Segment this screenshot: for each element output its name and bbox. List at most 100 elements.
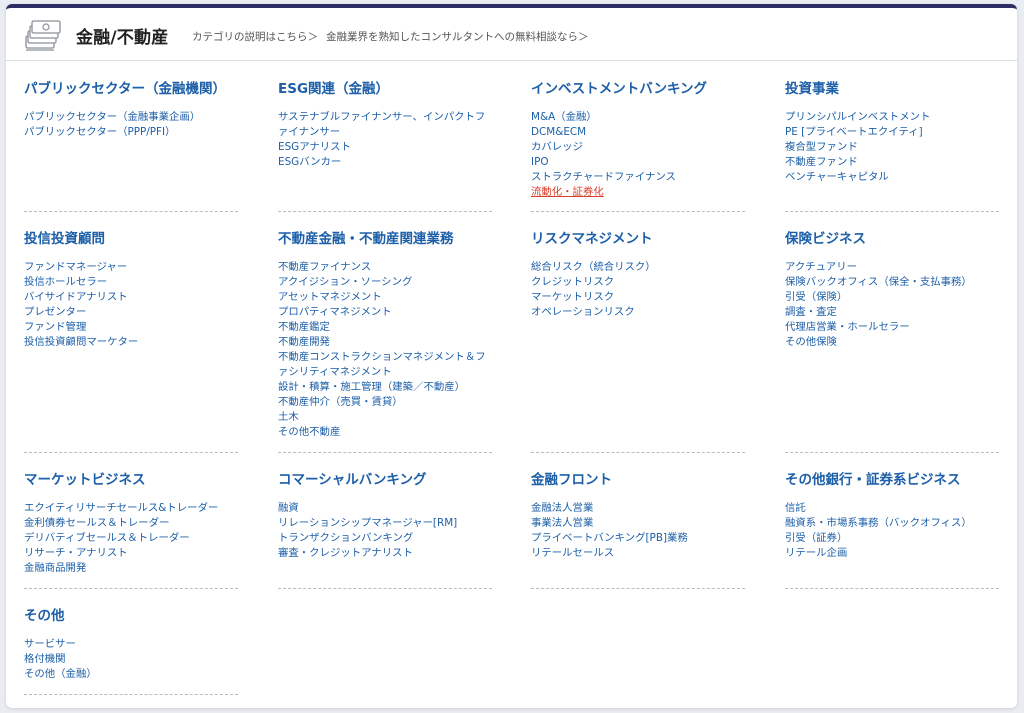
divider xyxy=(278,588,492,589)
section-list: 融資 リレーションシップマネージャー[RM] トランザクションバンキング 審査・… xyxy=(278,501,492,561)
list-item[interactable]: バイサイドアナリスト xyxy=(24,290,238,305)
section-title[interactable]: その他銀行・証券系ビジネス xyxy=(785,468,999,488)
divider xyxy=(24,211,238,212)
list-item[interactable]: デリバティブセールス＆トレーダー xyxy=(24,531,238,546)
list-item[interactable]: アセットマネジメント xyxy=(278,290,492,305)
list-item[interactable]: その他不動産 xyxy=(278,425,492,440)
list-item[interactable]: 不動産仲介（売買・賃貸） xyxy=(278,395,492,410)
list-item[interactable]: 代理店営業・ホールセラー xyxy=(785,320,999,335)
list-item[interactable]: M&A（金融） xyxy=(531,110,745,125)
category-description-link[interactable]: カテゴリの説明はこちら＞ xyxy=(192,29,318,44)
list-item[interactable]: アクチュアリー xyxy=(785,260,999,275)
list-item[interactable]: プレゼンター xyxy=(24,305,238,320)
list-item[interactable]: IPO xyxy=(531,155,745,170)
section-title[interactable]: 不動産金融・不動産関連業務 xyxy=(278,227,492,247)
section-title[interactable]: コマーシャルバンキング xyxy=(278,468,492,488)
free-consultation-link[interactable]: 金融業界を熟知したコンサルタントへの無料相談なら＞ xyxy=(326,29,589,44)
list-item[interactable]: ESGアナリスト xyxy=(278,140,492,155)
divider xyxy=(531,211,745,212)
list-item[interactable]: 土木 xyxy=(278,410,492,425)
list-item[interactable]: トランザクションバンキング xyxy=(278,531,492,546)
list-item[interactable]: 信託 xyxy=(785,501,999,516)
section-title[interactable]: ESG関連（金融） xyxy=(278,77,492,97)
section-list: 信託 融資系・市場系事務（バックオフィス） 引受（証券） リテール企画 xyxy=(785,501,999,561)
list-item[interactable]: 不動産ファイナンス xyxy=(278,260,492,275)
list-item[interactable]: 事業法人営業 xyxy=(531,516,745,531)
list-item[interactable]: サステナブルファイナンサー、インパクトファイナンサー xyxy=(278,110,492,140)
section-title[interactable]: パブリックセクター（金融機関） xyxy=(24,77,238,97)
list-item[interactable]: 融資系・市場系事務（バックオフィス） xyxy=(785,516,999,531)
list-item[interactable]: ファンドマネージャー xyxy=(24,260,238,275)
list-item[interactable]: プリンシパルインベストメント xyxy=(785,110,999,125)
divider xyxy=(24,588,238,589)
list-item[interactable]: 不動産鑑定 xyxy=(278,320,492,335)
section-market-business: マーケットビジネス エクイティリサーチセールス&トレーダー 金利債券セールス＆ト… xyxy=(24,468,238,576)
section-other-bank-securities: その他銀行・証券系ビジネス 信託 融資系・市場系事務（バックオフィス） 引受（証… xyxy=(785,468,999,561)
section-list: プリンシパルインベストメント PE [プライベートエクイティ] 複合型ファンド … xyxy=(785,110,999,185)
list-item[interactable]: エクイティリサーチセールス&トレーダー xyxy=(24,501,238,516)
list-item[interactable]: 引受（証券） xyxy=(785,531,999,546)
divider xyxy=(785,211,999,212)
section-title[interactable]: リスクマネジメント xyxy=(531,227,745,247)
section-title[interactable]: インベストメントバンキング xyxy=(531,77,745,97)
list-item[interactable]: その他保険 xyxy=(785,335,999,350)
section-list: ファンドマネージャー 投信ホールセラー バイサイドアナリスト プレゼンター ファ… xyxy=(24,260,238,350)
list-item[interactable]: DCM&ECM xyxy=(531,125,745,140)
category-card: 金融/不動産 カテゴリの説明はこちら＞ 金融業界を熟知したコンサルタントへの無料… xyxy=(6,4,1017,708)
list-item[interactable]: 調査・査定 xyxy=(785,305,999,320)
list-item[interactable]: ファンド管理 xyxy=(24,320,238,335)
list-item[interactable]: アクイジション・ソーシング xyxy=(278,275,492,290)
section-title[interactable]: その他 xyxy=(24,604,238,624)
list-item[interactable]: 金利債券セールス＆トレーダー xyxy=(24,516,238,531)
section-list: サステナブルファイナンサー、インパクトファイナンサー ESGアナリスト ESGバ… xyxy=(278,110,492,170)
list-item[interactable]: PE [プライベートエクイティ] xyxy=(785,125,999,140)
list-item[interactable]: ESGバンカー xyxy=(278,155,492,170)
list-item[interactable]: オペレーションリスク xyxy=(531,305,745,320)
list-item[interactable]: プライベートバンキング[PB]業務 xyxy=(531,531,745,546)
list-item[interactable]: 不動産ファンド xyxy=(785,155,999,170)
list-item[interactable]: 設計・積算・施工管理（建築／不動産） xyxy=(278,380,492,395)
section-real-estate: 不動産金融・不動産関連業務 不動産ファイナンス アクイジション・ソーシング アセ… xyxy=(278,227,492,440)
section-title[interactable]: 金融フロント xyxy=(531,468,745,488)
divider xyxy=(531,452,745,453)
list-item[interactable]: カバレッジ xyxy=(531,140,745,155)
list-item[interactable]: 投信ホールセラー xyxy=(24,275,238,290)
section-investment-banking: インベストメントバンキング M&A（金融） DCM&ECM カバレッジ IPO … xyxy=(531,77,745,200)
section-title[interactable]: 保険ビジネス xyxy=(785,227,999,247)
section-title[interactable]: 投信投資顧問 xyxy=(24,227,238,247)
list-item[interactable]: リテール企画 xyxy=(785,546,999,561)
section-title[interactable]: 投資事業 xyxy=(785,77,999,97)
list-item[interactable]: 保険バックオフィス（保全・支払事務） xyxy=(785,275,999,290)
list-item[interactable]: 審査・クレジットアナリスト xyxy=(278,546,492,561)
list-item[interactable]: リサーチ・アナリスト xyxy=(24,546,238,561)
list-item[interactable]: 格付機関 xyxy=(24,652,238,667)
list-item[interactable]: マーケットリスク xyxy=(531,290,745,305)
section-financial-front: 金融フロント 金融法人営業 事業法人営業 プライベートバンキング[PB]業務 リ… xyxy=(531,468,745,561)
list-item[interactable]: 金融商品開発 xyxy=(24,561,238,576)
list-item[interactable]: 複合型ファンド xyxy=(785,140,999,155)
list-item[interactable]: リテールセールス xyxy=(531,546,745,561)
list-item[interactable]: パブリックセクター（PPP/PFI） xyxy=(24,125,238,140)
list-item[interactable]: 総合リスク（統合リスク） xyxy=(531,260,745,275)
section-risk-management: リスクマネジメント 総合リスク（統合リスク） クレジットリスク マーケットリスク… xyxy=(531,227,745,320)
list-item[interactable]: ベンチャーキャピタル xyxy=(785,170,999,185)
list-item-active[interactable]: 流動化・証券化 xyxy=(531,185,745,200)
list-item[interactable]: 投信投資顧問マーケター xyxy=(24,335,238,350)
list-item[interactable]: パブリックセクター（金融事業企画） xyxy=(24,110,238,125)
section-list: M&A（金融） DCM&ECM カバレッジ IPO ストラクチャードファイナンス… xyxy=(531,110,745,200)
list-item[interactable]: サービサー xyxy=(24,637,238,652)
list-item[interactable]: 融資 xyxy=(278,501,492,516)
section-commercial-banking: コマーシャルバンキング 融資 リレーションシップマネージャー[RM] トランザク… xyxy=(278,468,492,561)
list-item[interactable]: 不動産コンストラクションマネジメント＆ファシリティマネジメント xyxy=(278,350,492,380)
divider xyxy=(24,452,238,453)
list-item[interactable]: クレジットリスク xyxy=(531,275,745,290)
section-title[interactable]: マーケットビジネス xyxy=(24,468,238,488)
list-item[interactable]: 引受（保険） xyxy=(785,290,999,305)
list-item[interactable]: ストラクチャードファイナンス xyxy=(531,170,745,185)
list-item[interactable]: プロパティマネジメント xyxy=(278,305,492,320)
list-item[interactable]: 金融法人営業 xyxy=(531,501,745,516)
list-item[interactable]: その他（金融） xyxy=(24,667,238,682)
list-item[interactable]: リレーションシップマネージャー[RM] xyxy=(278,516,492,531)
section-insurance: 保険ビジネス アクチュアリー 保険バックオフィス（保全・支払事務） 引受（保険）… xyxy=(785,227,999,350)
list-item[interactable]: 不動産開発 xyxy=(278,335,492,350)
